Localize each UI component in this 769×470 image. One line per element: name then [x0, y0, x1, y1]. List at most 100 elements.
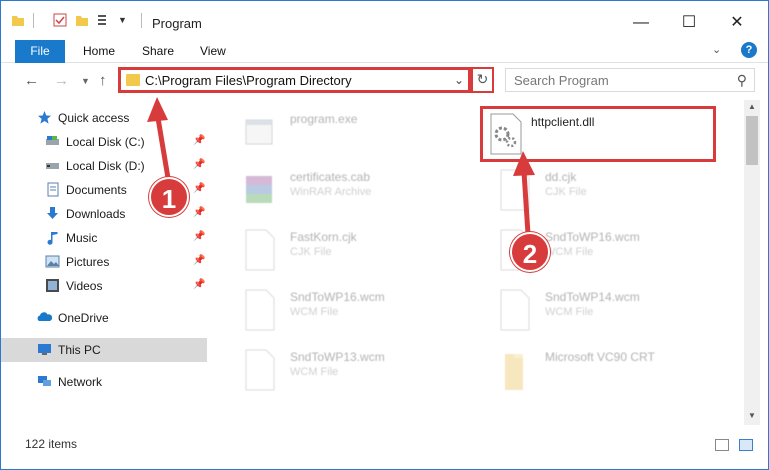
sidebar-item-pictures[interactable]: Pictures 📌 — [1, 250, 207, 274]
sidebar-item-label: Music — [66, 231, 98, 245]
step-callout-1: 1 — [149, 177, 189, 217]
explorer-window: ▼ Program — ☐ ✕ File Home Share View ⌄ ?… — [0, 0, 769, 470]
maximize-button[interactable]: ☐ — [666, 9, 712, 37]
scroll-up-icon[interactable]: ▲ — [748, 102, 756, 111]
file-name: SndToWP14.wcm — [545, 290, 640, 304]
file-item[interactable]: program.exe — [218, 104, 458, 160]
drive-icon — [46, 136, 59, 145]
file-name: FastKorn.cjk — [290, 230, 357, 244]
help-icon[interactable]: ? — [741, 42, 757, 58]
up-button[interactable]: ↑ — [99, 72, 107, 89]
search-input[interactable]: Search Program ⚲ — [505, 68, 755, 92]
file-type: WCM File — [290, 366, 339, 378]
chevron-down-icon[interactable]: ⌄ — [454, 73, 464, 87]
documents-icon — [47, 182, 59, 197]
file-item[interactable]: SndToWP14.wcm WCM File — [473, 282, 713, 338]
file-type: WCM File — [545, 246, 594, 258]
new-folder-icon[interactable] — [75, 13, 89, 27]
file-item[interactable]: certificates.cab WinRAR Archive — [218, 162, 458, 218]
file-name: SndToWP16.wcm — [545, 230, 640, 244]
pin-icon[interactable]: 📌 — [193, 183, 205, 194]
navigation-pane: Quick access Local Disk (C:) 📌 Local Dis… — [1, 100, 207, 425]
file-item[interactable]: dd.cjk CJK File — [473, 162, 713, 218]
file-type: CJK File — [290, 246, 332, 258]
sidebar-item-onedrive[interactable]: OneDrive — [1, 306, 207, 330]
ribbon-tabs: File Home Share View ⌄ ? — [1, 37, 768, 63]
pin-icon[interactable]: 📌 — [193, 159, 205, 170]
highlighted-file-item[interactable]: httpclient.dll — [480, 106, 716, 162]
sidebar-item-label: Pictures — [66, 255, 110, 269]
details-view-icon[interactable] — [715, 439, 729, 451]
sidebar-item-music[interactable]: Music 📌 — [1, 226, 207, 250]
pin-icon[interactable]: 📌 — [193, 135, 205, 146]
sidebar-item-label: Quick access — [58, 111, 130, 125]
file-icon — [500, 169, 530, 211]
file-item[interactable]: SndToWP13.wcm WCM File — [218, 342, 458, 398]
refresh-button[interactable]: ↻ — [471, 67, 494, 93]
sidebar-item-label: OneDrive — [58, 311, 109, 325]
sidebar-item-videos[interactable]: Videos 📌 — [1, 274, 207, 298]
recent-locations-icon[interactable]: ▼ — [81, 76, 90, 86]
file-item[interactable]: FastKorn.cjk CJK File — [218, 222, 458, 278]
large-icons-view-icon[interactable] — [739, 439, 753, 451]
file-name: dd.cjk — [545, 170, 577, 184]
sidebar-item-local-disk-c[interactable]: Local Disk (C:) 📌 — [1, 130, 207, 154]
file-item[interactable]: Microsoft VC90 CRT — [473, 342, 713, 398]
vertical-scrollbar[interactable]: ▲ ▼ — [744, 100, 760, 425]
file-icon — [245, 349, 275, 391]
scroll-thumb[interactable] — [746, 116, 758, 165]
folder-icon — [126, 74, 140, 86]
pc-icon — [38, 344, 51, 355]
minimize-button[interactable]: — — [618, 9, 664, 37]
sidebar-item-quick-access[interactable]: Quick access — [1, 106, 207, 130]
sidebar-item-label: Videos — [66, 279, 103, 293]
file-icon — [245, 289, 275, 331]
sidebar-item-this-pc[interactable]: This PC — [1, 338, 207, 362]
file-item[interactable]: SndToWP16.wcm WCM File — [218, 282, 458, 338]
chevron-down-icon[interactable]: ▼ — [118, 15, 127, 25]
file-name: SndToWP16.wcm — [290, 290, 385, 304]
tab-view[interactable]: View — [200, 40, 226, 63]
item-count: 122 items — [25, 437, 78, 451]
sidebar-item-label: Network — [58, 375, 103, 389]
pin-icon[interactable]: 📌 — [193, 207, 205, 218]
pin-icon[interactable]: 📌 — [193, 231, 205, 242]
forward-button[interactable]: → — [54, 72, 69, 89]
tab-file[interactable]: File — [15, 40, 65, 63]
title-bar: ▼ Program — ☐ ✕ — [1, 1, 768, 37]
onedrive-icon — [37, 312, 52, 321]
file-list: program.exe httpclient.dll certificates.… — [208, 100, 743, 425]
file-type: CJK File — [545, 186, 587, 198]
file-name: Microsoft VC90 CRT — [545, 350, 655, 364]
scroll-down-icon[interactable]: ▼ — [748, 411, 756, 420]
sidebar-item-label: Local Disk (C:) — [66, 135, 145, 149]
divider — [33, 13, 34, 28]
tab-home[interactable]: Home — [83, 40, 115, 63]
file-type: WCM File — [290, 306, 339, 318]
address-text[interactable]: C:\Program Files\Program Directory — [145, 73, 352, 88]
pictures-icon — [45, 255, 60, 268]
folder-icon — [505, 354, 523, 390]
expand-ribbon-icon[interactable]: ⌄ — [712, 43, 721, 56]
back-button[interactable]: ← — [24, 72, 39, 89]
search-icon: ⚲ — [736, 72, 747, 88]
pin-icon[interactable]: 📌 — [193, 255, 205, 266]
dll-icon — [490, 113, 522, 155]
tab-share[interactable]: Share — [142, 40, 174, 63]
pin-icon[interactable]: 📌 — [193, 279, 205, 290]
customize-toolbar-icon[interactable] — [97, 13, 111, 27]
file-type: WinRAR Archive — [290, 186, 372, 198]
sidebar-item-local-disk-d[interactable]: Local Disk (D:) 📌 — [1, 154, 207, 178]
exe-icon — [245, 119, 273, 145]
folder-icon[interactable] — [11, 13, 25, 27]
step-callout-2: 2 — [510, 232, 550, 272]
properties-check-icon[interactable] — [53, 13, 67, 27]
close-button[interactable]: ✕ — [714, 9, 760, 37]
file-item[interactable]: SndToWP16.wcm WCM File — [473, 222, 713, 278]
divider — [141, 13, 142, 28]
status-bar: 122 items — [1, 431, 768, 457]
address-bar[interactable]: C:\Program Files\Program Directory ⌄ — [118, 67, 471, 93]
sidebar-item-network[interactable]: Network — [1, 370, 207, 394]
network-icon — [38, 376, 51, 386]
navigation-bar: ← → ▼ ↑ C:\Program Files\Program Directo… — [1, 63, 768, 99]
